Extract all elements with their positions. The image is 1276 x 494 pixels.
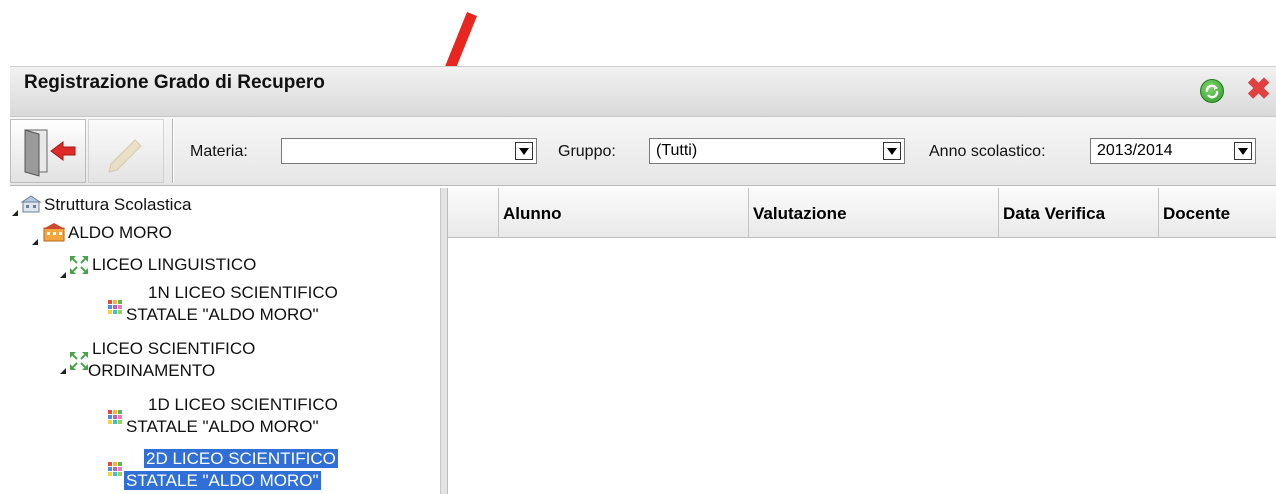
window-title-bar: Registrazione Grado di Recupero ✖ xyxy=(10,66,1276,116)
school-icon xyxy=(43,223,65,242)
tree-node-class-1n[interactable]: 1N LICEO SCIENTIFICO STATALE "ALDO MORO" xyxy=(126,282,338,326)
class-line-1: 2D LICEO SCIENTIFICO xyxy=(144,449,338,468)
refresh-icon[interactable] xyxy=(1200,79,1224,103)
class-line-1: 1D LICEO SCIENTIFICO xyxy=(148,395,338,414)
class-line-1: 1N LICEO SCIENTIFICO xyxy=(148,283,338,302)
toolbar-separator xyxy=(172,119,174,183)
exit-door-icon xyxy=(24,129,76,177)
gruppo-label: Gruppo: xyxy=(558,143,616,160)
tree-node-branch-2[interactable]: LICEO SCIENTIFICO ORDINAMENTO xyxy=(88,338,255,382)
tree-node-class-1d[interactable]: 1D LICEO SCIENTIFICO STATALE "ALDO MORO" xyxy=(126,394,338,438)
column-header-data-verifica[interactable]: Data Verifica xyxy=(998,188,1158,238)
branch-line-2: ORDINAMENTO xyxy=(88,361,216,380)
class-icon xyxy=(108,462,122,476)
chevron-down-icon[interactable] xyxy=(515,142,533,160)
panel-splitter[interactable] xyxy=(440,188,448,494)
pencil-icon xyxy=(108,139,142,173)
expand-triangle-icon[interactable] xyxy=(60,272,66,278)
branch-line-1: LICEO SCIENTIFICO xyxy=(92,339,256,358)
course-icon xyxy=(70,352,88,370)
close-icon[interactable]: ✖ xyxy=(1246,75,1271,105)
expand-triangle-icon[interactable] xyxy=(60,368,66,374)
gruppo-select[interactable]: (Tutti) xyxy=(649,138,905,164)
materia-select[interactable] xyxy=(281,138,537,164)
tree-node-school[interactable]: ALDO MORO xyxy=(68,222,172,244)
anno-select[interactable]: 2013/2014 xyxy=(1090,138,1256,164)
class-line-2: STATALE "ALDO MORO" xyxy=(126,417,319,436)
column-header-alunno[interactable]: Alunno xyxy=(498,188,748,238)
building-icon xyxy=(20,195,42,213)
school-structure-tree: Struttura Scolastica ALDO MORO LICEO LIN… xyxy=(10,188,440,494)
column-header-docente[interactable]: Docente xyxy=(1158,188,1276,238)
class-line-2: STATALE "ALDO MORO" xyxy=(124,471,321,490)
window-title: Registrazione Grado di Recupero xyxy=(24,72,325,93)
toolbar: Materia: Gruppo: (Tutti) Anno scolastico… xyxy=(10,116,1276,186)
exit-button[interactable] xyxy=(10,119,86,183)
class-icon xyxy=(108,410,122,424)
gruppo-value: (Tutti) xyxy=(656,142,698,159)
grid-header: Alunno Valutazione Data Verifica Docente xyxy=(448,188,1276,238)
tree-node-root[interactable]: Struttura Scolastica xyxy=(44,194,191,216)
course-icon xyxy=(70,256,88,274)
chevron-down-icon[interactable] xyxy=(883,142,901,160)
anno-label: Anno scolastico: xyxy=(929,143,1046,160)
column-header-valutazione[interactable]: Valutazione xyxy=(748,188,998,238)
tree-node-branch-1[interactable]: LICEO LINGUISTICO xyxy=(92,254,256,276)
expand-triangle-icon[interactable] xyxy=(12,210,18,216)
class-line-2: STATALE "ALDO MORO" xyxy=(126,305,319,324)
class-icon xyxy=(108,300,122,314)
results-grid: Alunno Valutazione Data Verifica Docente xyxy=(448,188,1276,494)
tree-node-class-2d-selected[interactable]: 2D LICEO SCIENTIFICO STATALE "ALDO MORO" xyxy=(124,448,338,492)
expand-triangle-icon[interactable] xyxy=(32,239,38,245)
materia-label: Materia: xyxy=(190,143,248,160)
anno-value: 2013/2014 xyxy=(1097,142,1173,159)
edit-button[interactable] xyxy=(88,119,164,183)
chevron-down-icon[interactable] xyxy=(1234,142,1252,160)
